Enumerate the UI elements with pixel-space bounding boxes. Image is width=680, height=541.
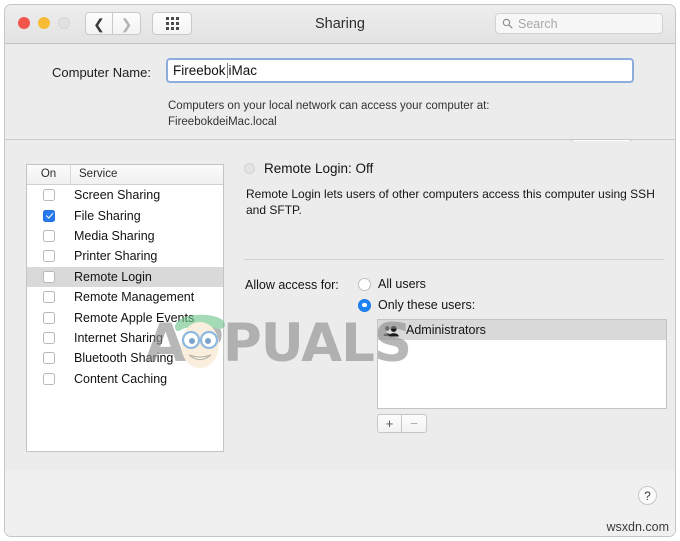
computer-name-field[interactable]: Fireebok iMac xyxy=(166,58,634,83)
service-checkbox-cell xyxy=(27,372,71,385)
allowed-users-list[interactable]: Administrators xyxy=(377,319,667,409)
sharing-body: On Service Screen Sharing File Sharing Med… xyxy=(5,141,675,471)
user-list-buttons: + − xyxy=(377,414,427,433)
radio-only-these-users-label: Only these users: xyxy=(378,298,476,312)
service-checkbox-cell xyxy=(27,250,71,263)
add-user-button[interactable]: + xyxy=(377,414,402,433)
service-list[interactable]: On Service Screen Sharing File Sharing Med… xyxy=(26,164,224,452)
group-users-icon xyxy=(383,325,399,337)
service-row-label: Remote Management xyxy=(74,290,195,305)
status-indicator-icon xyxy=(244,163,255,174)
radio-all-users-label: All users xyxy=(378,277,426,291)
service-row[interactable]: Bluetooth Sharing xyxy=(27,348,223,368)
column-header-on: On xyxy=(27,165,71,184)
service-row-label: Remote Apple Events xyxy=(74,310,195,325)
service-row[interactable]: Printer Sharing xyxy=(27,246,223,266)
service-row-label: Internet Sharing xyxy=(74,330,163,345)
checkbox-icon[interactable] xyxy=(43,229,55,242)
service-checkbox-cell xyxy=(27,352,71,365)
checkbox-icon[interactable] xyxy=(43,270,55,283)
search-input[interactable]: Search xyxy=(495,13,663,34)
network-hostname: FireebokdeiMac.local xyxy=(168,116,277,128)
checkbox-icon[interactable] xyxy=(43,352,55,365)
service-row[interactable]: Remote Management xyxy=(27,287,223,307)
radio-button-selected-icon xyxy=(358,298,371,312)
column-header-service: Service xyxy=(79,168,118,180)
service-row-label: Remote Login xyxy=(74,269,152,284)
sharing-preferences-window: ❮ ❯ Sharing Search Computer Name: Fireeb… xyxy=(4,4,676,537)
service-checkbox-cell xyxy=(27,189,71,202)
service-checkbox-cell xyxy=(27,270,71,283)
site-watermark: wsxdn.com xyxy=(606,520,669,534)
radio-button-icon xyxy=(358,277,371,291)
service-status-text: Remote Login: Off xyxy=(264,161,374,176)
service-detail-pane: Remote Login: Off Remote Login lets user… xyxy=(244,161,667,457)
search-icon xyxy=(502,18,513,29)
network-hint-line-1: Computers on your local network can acce… xyxy=(168,100,490,112)
radio-only-these-users[interactable]: Only these users: xyxy=(358,298,475,312)
service-checkbox-cell xyxy=(27,311,71,324)
checkbox-icon[interactable] xyxy=(43,250,55,263)
list-item[interactable]: Administrators xyxy=(378,320,666,340)
service-row[interactable]: Media Sharing xyxy=(27,226,223,246)
pane-divider xyxy=(244,259,664,260)
checkbox-icon[interactable] xyxy=(43,372,55,385)
checkbox-icon[interactable] xyxy=(43,331,55,344)
computer-name-text-before-caret: Fireebok xyxy=(173,63,226,78)
checkbox-checked-icon[interactable] xyxy=(43,209,55,222)
computer-name-text-after-caret: iMac xyxy=(228,63,258,78)
service-row[interactable]: Remote Login xyxy=(27,266,223,287)
checkbox-icon[interactable] xyxy=(43,189,55,202)
service-checkbox-cell xyxy=(27,229,71,242)
service-row-label: Screen Sharing xyxy=(74,188,161,203)
service-checkbox-cell xyxy=(27,209,71,222)
service-row[interactable]: Internet Sharing xyxy=(27,328,223,348)
remove-user-button[interactable]: − xyxy=(402,414,427,433)
service-row[interactable]: File Sharing xyxy=(27,205,223,225)
service-list-header: On Service xyxy=(27,165,223,185)
search-placeholder-text: Search xyxy=(518,16,558,31)
service-description: Remote Login lets users of other compute… xyxy=(246,187,655,217)
computer-name-section: Computer Name: Fireebok iMac Computers o… xyxy=(5,44,675,160)
computer-name-label: Computer Name: xyxy=(52,65,151,80)
service-row-label: Bluetooth Sharing xyxy=(74,351,174,366)
service-row[interactable]: Remote Apple Events xyxy=(27,307,223,327)
help-button[interactable]: ? xyxy=(638,486,657,505)
service-row-label: Printer Sharing xyxy=(74,249,158,264)
service-row-label: Media Sharing xyxy=(74,228,155,243)
service-row-label: File Sharing xyxy=(74,208,141,223)
service-row-label: Content Caching xyxy=(74,371,168,386)
checkbox-icon[interactable] xyxy=(43,311,55,324)
window-titlebar: ❮ ❯ Sharing Search xyxy=(5,5,675,44)
text-caret xyxy=(226,63,228,78)
checkbox-icon[interactable] xyxy=(43,291,55,304)
allow-access-label: Allow access for: xyxy=(245,278,339,292)
service-checkbox-cell xyxy=(27,291,71,304)
service-list-rows: Screen Sharing File Sharing Media Sharing P… xyxy=(27,185,223,389)
service-status-row: Remote Login: Off xyxy=(244,161,373,176)
service-row[interactable]: Content Caching xyxy=(27,369,223,389)
radio-all-users[interactable]: All users xyxy=(358,277,426,291)
window-footer: ? wsxdn.com xyxy=(5,470,675,536)
list-item-label: Administrators xyxy=(406,323,486,337)
service-row[interactable]: Screen Sharing xyxy=(27,185,223,205)
service-checkbox-cell xyxy=(27,331,71,344)
